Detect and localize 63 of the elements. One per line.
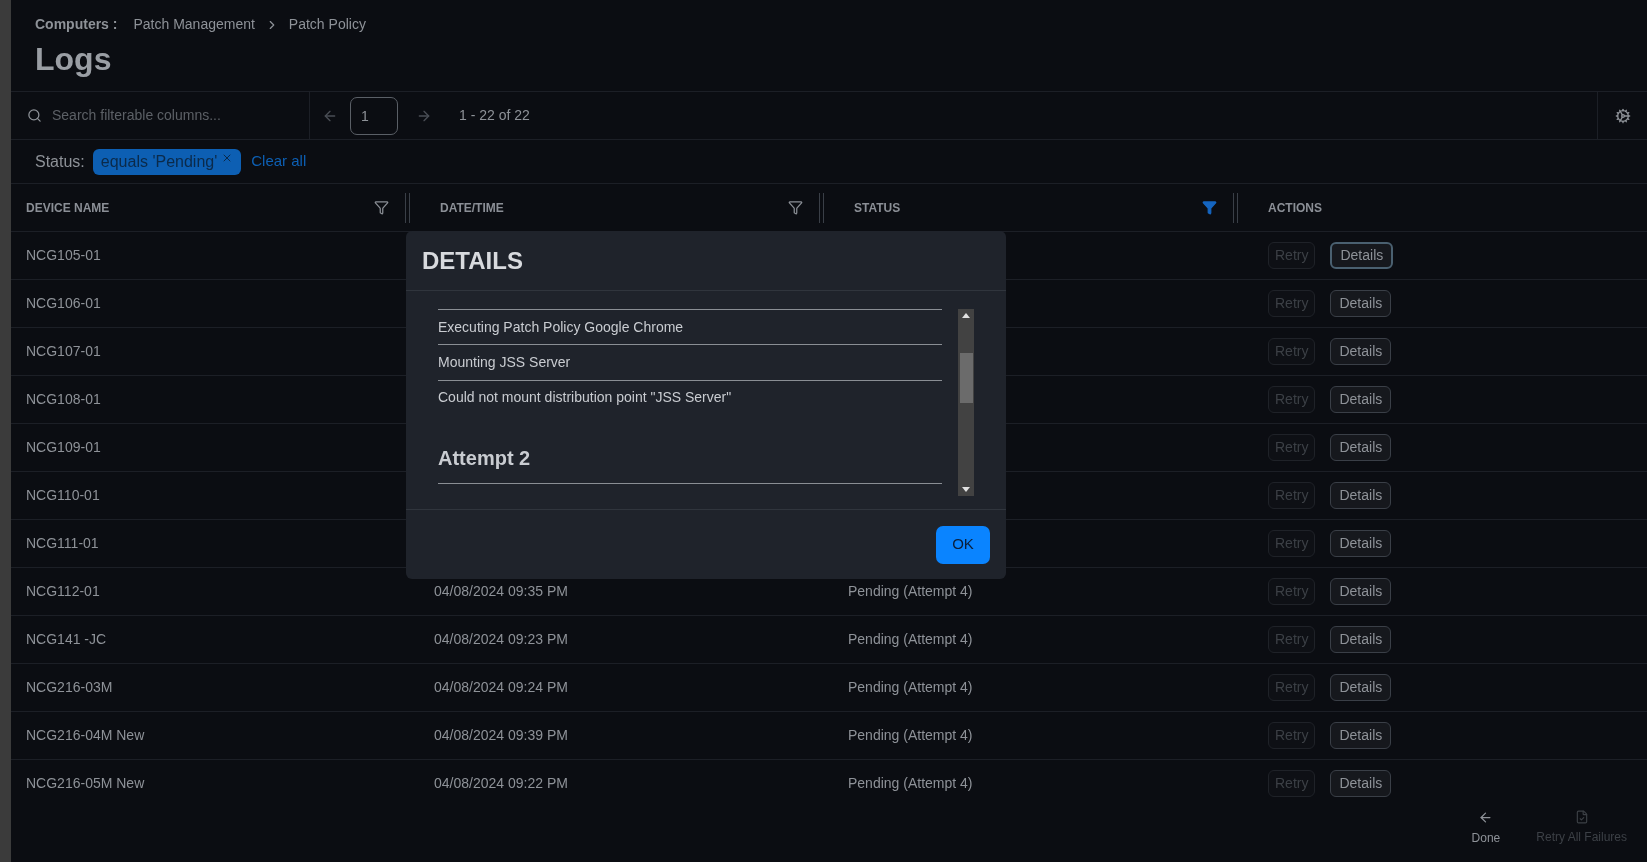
filter-icon[interactable] xyxy=(374,200,389,215)
document-check-icon xyxy=(1574,810,1589,824)
status-cell: Pending (Attempt 4) xyxy=(848,583,973,599)
breadcrumb-link[interactable]: Patch Policy xyxy=(288,14,366,35)
device-name-cell: NCG106-01 xyxy=(26,295,101,311)
page-number-field[interactable]: 1 xyxy=(350,96,398,135)
date-time-cell: 04/08/2024 09:23 PM xyxy=(434,631,568,647)
page-range: 1 - 22 of 22 xyxy=(459,106,530,125)
details-button[interactable]: Details xyxy=(1330,674,1392,701)
date-time-cell: 04/08/2024 09:39 PM xyxy=(434,727,568,743)
details-button[interactable]: Details xyxy=(1330,578,1392,605)
dialog-title: DETAILS xyxy=(422,245,523,276)
details-button[interactable]: Details xyxy=(1330,338,1392,365)
device-name-cell: NCG141 -JC xyxy=(26,631,107,647)
column-header: ACTIONS xyxy=(1268,199,1322,217)
page-title: Logs xyxy=(35,40,113,79)
breadcrumb-section: Computers : xyxy=(35,14,118,35)
device-name-cell: NCG107-01 xyxy=(26,343,101,359)
status-cell: Pending (Attempt 4) xyxy=(848,679,973,695)
device-name-cell: NCG216-03M xyxy=(26,679,113,695)
breadcrumb-link[interactable]: Patch Management xyxy=(133,14,255,35)
filter-icon[interactable] xyxy=(1202,200,1217,215)
settings-icon[interactable] xyxy=(1614,107,1631,124)
device-name-cell: NCG216-04M New xyxy=(26,727,145,743)
device-name-cell: NCG105-01 xyxy=(26,247,101,263)
details-button[interactable]: Details xyxy=(1330,434,1392,461)
details-button[interactable]: Details xyxy=(1330,722,1392,749)
details-button[interactable]: Details xyxy=(1330,530,1392,557)
log-entry: Could not mount distribution point "JSS Server" xyxy=(438,388,732,408)
done-button[interactable]: Done xyxy=(1471,810,1501,847)
status-cell: Pending (Attempt 4) xyxy=(848,631,973,647)
device-name-cell: NCG110-01 xyxy=(26,487,100,503)
column-header: DEVICE NAME xyxy=(26,199,110,217)
device-name-cell: NCG108-01 xyxy=(26,391,101,407)
device-name-cell: NCG109-01 xyxy=(26,439,101,455)
details-button[interactable]: Details xyxy=(1330,242,1394,269)
device-name-cell: NCG111-01 xyxy=(26,535,99,551)
log-entry: Mounting JSS Server xyxy=(438,353,571,372)
column-header: DATE/TIME xyxy=(440,199,504,217)
date-time-cell: 04/08/2024 09:22 PM xyxy=(434,775,568,791)
dialog-scrollbar[interactable] xyxy=(957,309,974,496)
status-cell: Pending (Attempt 4) xyxy=(848,727,973,743)
details-button[interactable]: Details xyxy=(1330,290,1392,317)
details-button[interactable]: Details xyxy=(1330,482,1392,509)
clear-all-link[interactable]: Clear all xyxy=(251,150,307,173)
status-cell: Pending (Attempt 4) xyxy=(848,775,973,791)
ok-button[interactable]: OK xyxy=(936,525,990,564)
search-icon xyxy=(27,108,42,123)
page-scrollbar[interactable] xyxy=(0,0,11,862)
device-name-cell: NCG112-01 xyxy=(26,583,100,599)
filter-icon[interactable] xyxy=(788,200,803,215)
date-time-cell: 04/08/2024 09:24 PM xyxy=(434,679,568,695)
filter-chip-label: equals 'Pending' xyxy=(100,151,218,172)
details-button[interactable]: Details xyxy=(1330,626,1392,653)
details-button[interactable]: Details xyxy=(1330,770,1392,797)
log-entry: Executing Patch Policy Google Chrome xyxy=(438,317,684,337)
attempt-heading: Attempt 2 xyxy=(438,447,531,469)
filter-label: Status: xyxy=(35,151,85,172)
details-button[interactable]: Details xyxy=(1330,386,1392,413)
date-time-cell: 04/08/2024 09:35 PM xyxy=(434,583,568,599)
search-field[interactable]: Search filterable columns... xyxy=(52,105,293,126)
device-name-cell: NCG216-05M New xyxy=(26,775,145,791)
column-header: STATUS xyxy=(854,199,901,217)
